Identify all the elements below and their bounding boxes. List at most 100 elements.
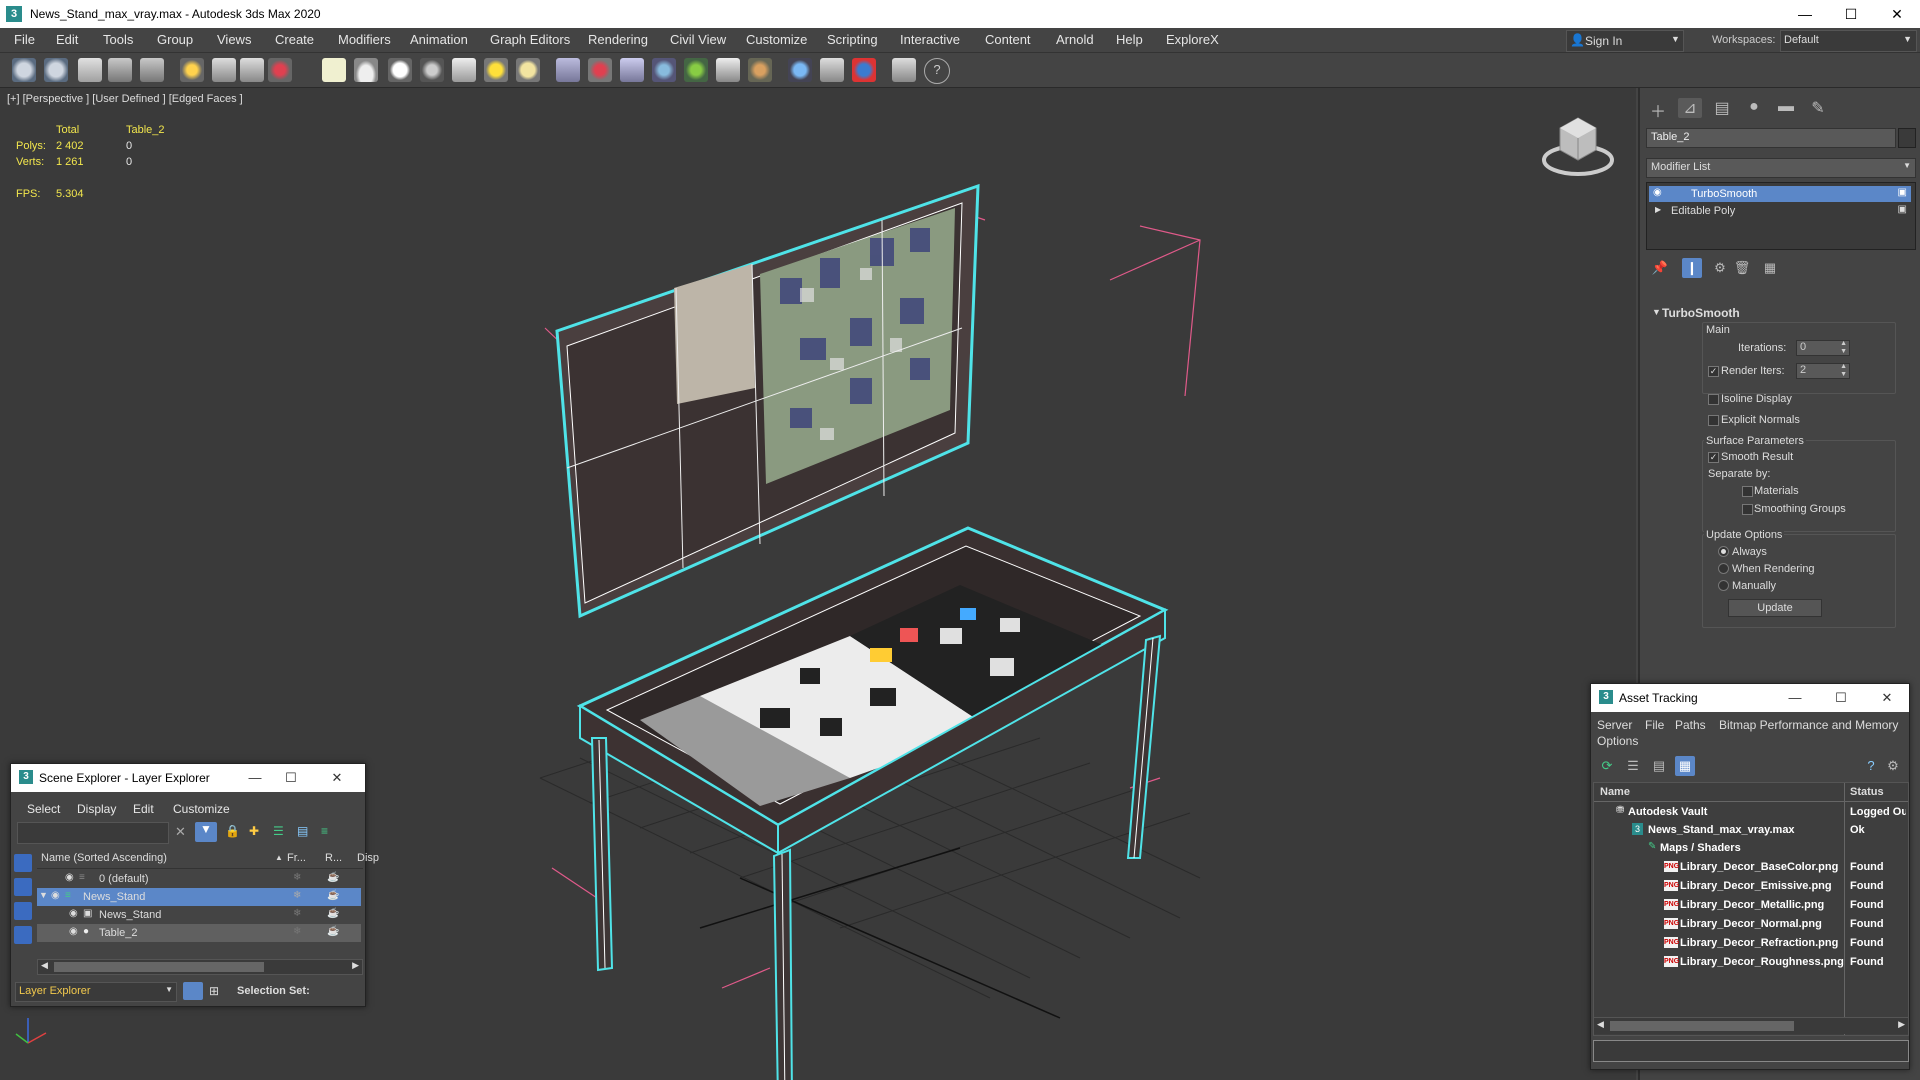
se-menu-edit[interactable]: Edit	[133, 802, 154, 816]
at-menu-bitmap[interactable]: Bitmap Performance and Memory	[1719, 718, 1898, 732]
lock-icon[interactable]: 🔒	[225, 824, 240, 838]
always-radio[interactable]	[1718, 546, 1729, 557]
undo-icon[interactable]	[12, 58, 36, 82]
eye-icon[interactable]: ◉	[1653, 187, 1662, 198]
select-link-icon[interactable]	[78, 58, 102, 82]
add-layer-icon[interactable]: ✚	[249, 824, 259, 838]
teapot-render-icon[interactable]: ☕	[327, 872, 339, 883]
expand-arrow-icon[interactable]: ▶	[1655, 205, 1661, 214]
render-setup-icon[interactable]	[820, 58, 844, 82]
scroll-right-icon[interactable]: ▶	[1898, 1019, 1905, 1030]
display-tab-icon[interactable]: ▬	[1774, 98, 1798, 118]
asset-row-vault[interactable]: ⛃ Autodesk Vault Logged Ou	[1594, 803, 1908, 821]
eye-icon[interactable]: ◉	[69, 926, 78, 937]
stack-item-editable-poly[interactable]: ▶ Editable Poly ▣	[1649, 203, 1911, 219]
asset-row-maps[interactable]: ✎ Maps / Shaders	[1594, 839, 1908, 857]
fur-icon[interactable]	[748, 58, 772, 82]
explorer-type-dropdown[interactable]: Layer Explorer ▼	[15, 982, 177, 1002]
at-path-field[interactable]	[1593, 1040, 1909, 1062]
spinner-arrows-icon[interactable]: ▲ ▼	[1840, 340, 1847, 356]
render-iters-spinner[interactable]: 2 ▲ ▼	[1796, 363, 1850, 379]
asset-row-basecolor[interactable]: PNG Library_Decor_BaseColor.png Found	[1594, 858, 1908, 876]
se-menu-display[interactable]: Display	[77, 802, 116, 816]
redo-icon[interactable]	[44, 58, 68, 82]
asset-row-emissive[interactable]: PNG Library_Decor_Emissive.png Found	[1594, 877, 1908, 895]
se-menu-select[interactable]: Select	[27, 802, 60, 816]
select-and-rotate-icon[interactable]	[268, 58, 292, 82]
unlink-icon[interactable]	[108, 58, 132, 82]
iterations-spinner[interactable]: 0 ▲ ▼	[1796, 340, 1850, 356]
close-button[interactable]: ✕	[319, 764, 355, 792]
viewport-label[interactable]: [+] [Perspective ] [User Defined ] [Edge…	[7, 93, 243, 105]
layer-stack-icon[interactable]: ≡	[321, 824, 328, 838]
materials-checkbox[interactable]	[1742, 486, 1753, 497]
box-icon[interactable]	[322, 58, 346, 82]
at-menu-file[interactable]: File	[1645, 718, 1664, 732]
render-iters-checkbox[interactable]: ✓	[1708, 366, 1719, 377]
create-tab-icon[interactable]: ＋	[1646, 98, 1670, 121]
collapse-arrow-icon[interactable]: ▼	[39, 890, 48, 900]
spinner-arrows-icon[interactable]: ▲ ▼	[1840, 363, 1847, 379]
column-status[interactable]: Status	[1850, 786, 1884, 798]
sphere-icon[interactable]	[388, 58, 412, 82]
object-name-field[interactable]: Table_2	[1646, 128, 1896, 148]
viewcube[interactable]	[1542, 117, 1614, 176]
menu-views[interactable]: Views	[217, 32, 251, 47]
light-sphere-icon[interactable]	[516, 58, 540, 82]
cone-icon[interactable]	[452, 58, 476, 82]
update-button[interactable]: Update	[1728, 599, 1822, 617]
menu-group[interactable]: Group	[157, 32, 193, 47]
menu-edit[interactable]: Edit	[56, 32, 78, 47]
scrollbar-thumb[interactable]	[54, 962, 264, 972]
scroll-right-icon[interactable]: ▶	[352, 960, 359, 971]
dome-icon[interactable]	[354, 58, 378, 82]
smooth-result-checkbox[interactable]: ✓	[1708, 452, 1719, 463]
freeze-icon[interactable]: ❄	[293, 872, 301, 883]
scrollbar-thumb[interactable]	[1610, 1021, 1794, 1031]
modifier-toggle-icon[interactable]: ▣	[1898, 204, 1907, 215]
material-icon[interactable]	[588, 58, 612, 82]
freeze-icon[interactable]: ❄	[293, 908, 301, 919]
explicit-normals-checkbox[interactable]	[1708, 415, 1719, 426]
help-icon[interactable]: ?	[924, 58, 950, 84]
refresh-icon[interactable]: ⟳	[1597, 756, 1617, 776]
menu-animation[interactable]: Animation	[410, 32, 468, 47]
object-color-swatch[interactable]	[1898, 128, 1916, 148]
pin-stack-icon[interactable]: 📌	[1650, 258, 1670, 278]
asset-row-refraction[interactable]: PNG Library_Decor_Refraction.png Found	[1594, 934, 1908, 952]
menu-explorex[interactable]: ExploreX	[1166, 32, 1219, 47]
layer-icon[interactable]	[892, 58, 916, 82]
column-render[interactable]: R...	[325, 852, 342, 864]
menu-arnold[interactable]: Arnold	[1056, 32, 1094, 47]
menu-modifiers[interactable]: Modifiers	[338, 32, 391, 47]
display-cameras-icon[interactable]	[14, 926, 32, 944]
column-frozen[interactable]: Fr...	[287, 852, 306, 864]
se-row-news-stand-object[interactable]: ◉ ▣ News_Stand ❄ ☕	[37, 906, 361, 924]
minimize-button[interactable]: —	[237, 764, 273, 792]
se-search-input[interactable]	[17, 822, 169, 844]
scroll-left-icon[interactable]: ◀	[1597, 1019, 1604, 1030]
maximize-button[interactable]: ☐	[1823, 684, 1859, 712]
clear-search-icon[interactable]: ✕	[175, 824, 186, 840]
eye-icon[interactable]: ◉	[69, 908, 78, 919]
configure-sets-icon[interactable]: ▦	[1760, 258, 1780, 278]
se-row-table-2[interactable]: ◉ ● Table_2 ❄ ☕	[37, 924, 361, 942]
column-display[interactable]: Disp	[357, 852, 379, 864]
maximize-button[interactable]: ☐	[273, 764, 309, 792]
sign-in-dropdown[interactable]: 👤 Sign In ▼	[1566, 30, 1684, 52]
hair-icon[interactable]	[716, 58, 740, 82]
column-name[interactable]: Name	[1600, 786, 1630, 798]
rollout-title[interactable]: TurboSmooth	[1662, 306, 1740, 320]
workspaces-dropdown[interactable]: Default ▼	[1780, 30, 1917, 52]
bind-space-warp-icon[interactable]	[140, 58, 164, 82]
maximize-button[interactable]: ☐	[1828, 0, 1874, 28]
hierarchy-toggle-icon[interactable]: ⊞	[209, 984, 219, 998]
scroll-left-icon[interactable]: ◀	[41, 960, 48, 971]
menu-help[interactable]: Help	[1116, 32, 1143, 47]
menu-create[interactable]: Create	[275, 32, 314, 47]
se-horizontal-scrollbar[interactable]: ◀ ▶	[37, 959, 363, 975]
sun-icon[interactable]	[484, 58, 508, 82]
minimize-button[interactable]: —	[1782, 0, 1828, 28]
teapot-render-icon[interactable]: ☕	[327, 926, 339, 937]
at-menu-options[interactable]: Options	[1597, 734, 1638, 748]
